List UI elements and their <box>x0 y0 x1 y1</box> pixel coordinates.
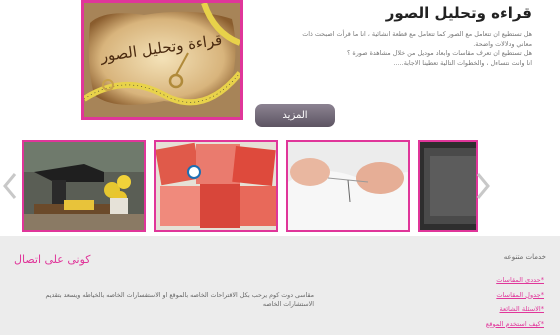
more-button[interactable]: المزيد <box>255 104 335 127</box>
hand-sewing-photo[interactable] <box>286 140 410 232</box>
image-carousel <box>0 138 560 236</box>
service-item: *حددى المقاسات <box>486 273 544 288</box>
service-item: *الاسئلة الشائعة <box>486 302 544 317</box>
footer: كونى على اتصال مقاسى دوت كوم يرحب بكل ال… <box>0 236 560 335</box>
sewing-machine-photo[interactable] <box>22 140 146 232</box>
chevron-right-icon[interactable] <box>475 172 491 200</box>
contact-text: مقاسى دوت كوم يرحب بكل الاقتراحات الخاصه… <box>45 292 315 308</box>
excerpt-line: هل تستطيع ان تعرف مقاسات وابعاد موديل من… <box>346 49 532 57</box>
chevron-left-icon[interactable] <box>2 172 18 200</box>
service-link-faq[interactable]: *الاسئلة الشائعة <box>499 305 544 313</box>
services-list: *حددى المقاسات *جدول المقاسات *الاسئلة ا… <box>486 273 544 331</box>
article-excerpt: هل تستطيع ان تتعامل مع الصور كما تتعامل … <box>262 30 532 68</box>
excerpt-line: معاني ودلالات واضحة. <box>473 39 532 48</box>
article-title[interactable]: قراءه وتحليل الصور <box>262 4 532 22</box>
featured-image-art: قراءة وتحليل الصور <box>84 3 240 117</box>
fabric-texture-photo[interactable] <box>418 140 478 232</box>
fabric-swatches-photo[interactable] <box>154 140 278 232</box>
service-link-how-to-use[interactable]: *كيف استخدم الموقع <box>486 320 544 328</box>
service-link-size-table[interactable]: *جدول المقاسات <box>496 291 544 299</box>
service-link-sizes[interactable]: *حددى المقاسات <box>496 276 544 284</box>
featured-image[interactable]: قراءة وتحليل الصور <box>81 0 243 120</box>
excerpt-line: انا وانت نتساءل ، والخطوات التالية تعطين… <box>393 58 532 67</box>
services-title: خدمات متنوعه <box>503 253 546 261</box>
service-item: *جدول المقاسات <box>486 288 544 303</box>
service-item: *كيف استخدم الموقع <box>486 317 544 332</box>
contact-title: كونى على اتصال <box>14 253 91 266</box>
excerpt-line: هل تستطيع ان تتعامل مع الصور كما تتعامل … <box>302 30 532 38</box>
featured-article: قراءة وتحليل الصور قراءه وتحليل الصور هل… <box>0 0 560 135</box>
